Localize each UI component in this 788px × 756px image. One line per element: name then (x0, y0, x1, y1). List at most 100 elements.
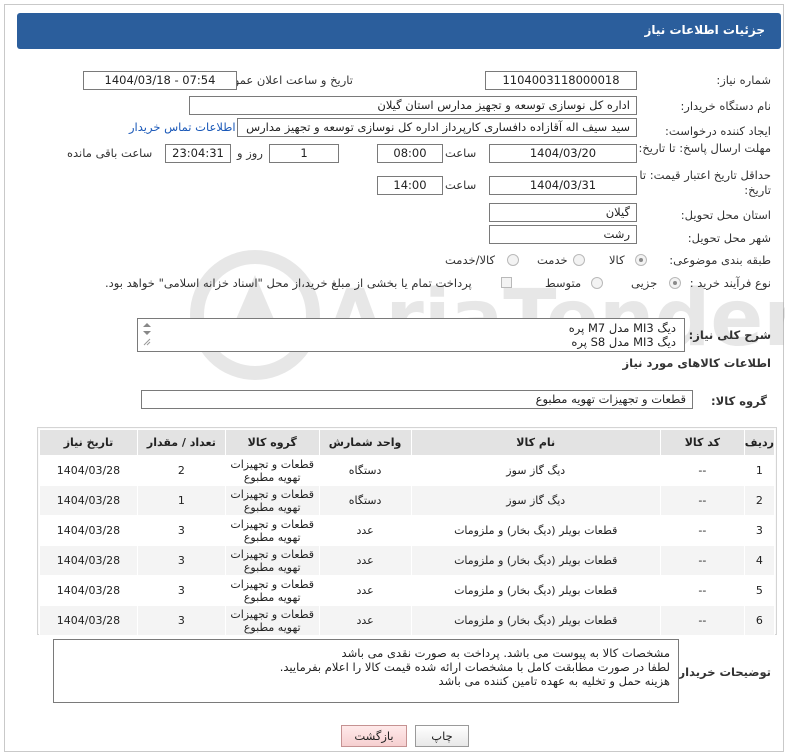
cell-row-number: 4 (743, 545, 776, 576)
table-header-row: ردیف کد کالا نام کالا واحد شمارش گروه کا… (39, 429, 776, 456)
cell-qty: 2 (136, 455, 226, 486)
goods-group-field: قطعات و تجهیزات تهویه مطبوع (141, 390, 693, 409)
announce-datetime-field: 1404/03/18 - 07:54 (83, 71, 237, 90)
general-desc-label: شرح کلی نیاز: (688, 328, 771, 342)
general-desc-textarea[interactable]: دیگ MI3 مدل M7 پره دیگ MI3 مدل S8 پره (137, 318, 685, 352)
buyer-notes-label: توضیحات خریدار: (673, 665, 771, 679)
category-label: طبقه بندی موضوعی: (669, 253, 771, 267)
cell-code: -- (659, 575, 745, 606)
day-and-label: روز و (237, 146, 263, 160)
general-desc-line: دیگ MI3 مدل M7 پره (568, 321, 676, 335)
cell-name: قطعات بویلر (دیگ بخار) و ملزومات (410, 575, 661, 606)
buyer-contact-link[interactable]: اطلاعات تماس خریدار (129, 120, 236, 134)
cell-unit: عدد (318, 605, 412, 636)
cell-qty: 3 (136, 545, 226, 576)
cell-unit: دستگاه (318, 485, 412, 516)
col-header-qty: تعداد / مقدار (136, 429, 226, 456)
back-button[interactable]: بازگشت (341, 725, 407, 747)
page-frame: جزئیات اطلاعات نیاز AriaTender.neT شماره… (4, 4, 785, 752)
category-radio-service[interactable] (573, 254, 585, 266)
cell-unit: عدد (318, 515, 412, 546)
cell-unit: عدد (318, 545, 412, 576)
cell-code: -- (659, 485, 745, 516)
cell-row-number: 5 (743, 575, 776, 606)
purchase-option-partial: جزیی (631, 276, 658, 290)
table-row: 6 -- قطعات بویلر (دیگ بخار) و ملزومات عد… (39, 605, 776, 636)
treasury-payment-checkbox[interactable] (501, 277, 512, 288)
buyer-notes-line: لطفا در صورت مطابقت کامل با مشخصات ارائه… (279, 660, 670, 674)
scroll-arrows-icon[interactable] (142, 321, 152, 347)
cell-qty: 3 (136, 515, 226, 546)
table-row: 1 -- دیگ گاز سوز دستگاه قطعات و تجهیزات … (39, 455, 776, 486)
cell-qty: 3 (136, 575, 226, 606)
need-number-field: 1104003118000018 (485, 71, 637, 90)
validity-time-label: ساعت (445, 178, 477, 192)
category-option-goods: کالا (609, 253, 625, 267)
print-button[interactable]: چاپ (415, 725, 469, 747)
cell-name: دیگ گاز سوز (410, 455, 661, 486)
purchase-radio-medium[interactable] (591, 277, 603, 289)
col-header-group: گروه کالا (224, 429, 320, 456)
cell-row-number: 1 (743, 455, 776, 486)
purchase-type-label: نوع فرآیند خرید : (689, 276, 771, 290)
cell-name: قطعات بویلر (دیگ بخار) و ملزومات (410, 515, 661, 546)
col-header-code: کد کالا (659, 429, 745, 456)
category-option-goods-service: کالا/خدمت (445, 253, 496, 267)
cell-name: قطعات بویلر (دیگ بخار) و ملزومات (410, 605, 661, 636)
city-field: رشت (489, 225, 637, 244)
cell-date: 1404/03/28 (39, 455, 138, 486)
buyer-org-field: اداره کل نوسازی توسعه و تجهیز مدارس استا… (189, 96, 637, 115)
cell-date: 1404/03/28 (39, 485, 138, 516)
page-title: جزئیات اطلاعات نیاز (644, 23, 765, 37)
validity-time-field: 14:00 (377, 176, 443, 195)
validity-date-field: 1404/03/31 (489, 176, 637, 195)
buyer-org-label: نام دستگاه خریدار: (680, 99, 771, 113)
reply-time-label: ساعت (445, 146, 477, 160)
time-remaining-label: ساعت باقی مانده (67, 146, 153, 160)
need-number-label: شماره نیاز: (716, 73, 771, 87)
cell-date: 1404/03/28 (39, 575, 138, 606)
province-field: گیلان (489, 203, 637, 222)
reply-deadline-label: مهلت ارسال پاسخ: تا تاریخ: (638, 141, 771, 155)
reply-time-field: 08:00 (377, 144, 443, 163)
cell-date: 1404/03/28 (39, 605, 138, 636)
cell-row-number: 2 (743, 485, 776, 516)
cell-date: 1404/03/28 (39, 545, 138, 576)
cell-code: -- (659, 455, 745, 486)
buyer-notes-line: هزینه حمل و تخلیه به عهده تامین کننده می… (438, 674, 670, 688)
cell-group: قطعات و تجهیزات تهویه مطبوع (224, 545, 320, 576)
cell-unit: عدد (318, 575, 412, 606)
col-header-date: تاریخ نیاز (39, 429, 138, 456)
cell-code: -- (659, 515, 745, 546)
cell-date: 1404/03/28 (39, 515, 138, 546)
province-label: استان محل تحویل: (680, 208, 771, 222)
table-row: 2 -- دیگ گاز سوز دستگاه قطعات و تجهیزات … (39, 485, 776, 516)
cell-group: قطعات و تجهیزات تهویه مطبوع (224, 605, 320, 636)
col-header-name: نام کالا (410, 429, 661, 456)
col-header-unit: واحد شمارش (318, 429, 412, 456)
time-remaining-field: 23:04:31 (165, 144, 231, 163)
cell-group: قطعات و تجهیزات تهویه مطبوع (224, 515, 320, 546)
cell-group: قطعات و تجهیزات تهویه مطبوع (224, 575, 320, 606)
reply-date-field: 1404/03/20 (489, 144, 637, 163)
requester-field: سید سیف اله آقازاده دافساری کارپرداز ادا… (237, 118, 637, 137)
general-desc-line: دیگ MI3 مدل S8 پره (571, 335, 676, 349)
category-radio-goods-service[interactable] (507, 254, 519, 266)
price-validity-label: حداقل تاریخ اعتبار قیمت: تا تاریخ: (639, 168, 771, 197)
cell-code: -- (659, 605, 745, 636)
category-radio-goods[interactable] (635, 254, 647, 266)
items-table: ردیف کد کالا نام کالا واحد شمارش گروه کا… (39, 429, 776, 636)
col-header-row-number: ردیف (743, 429, 776, 456)
cell-code: -- (659, 545, 745, 576)
cell-name: قطعات بویلر (دیگ بخار) و ملزومات (410, 545, 661, 576)
city-label: شهر محل تحویل: (687, 231, 771, 245)
cell-row-number: 3 (743, 515, 776, 546)
cell-group: قطعات و تجهیزات تهویه مطبوع (224, 485, 320, 516)
buyer-notes-textarea[interactable]: مشخصات کالا به پیوست می باشد. پرداخت به … (53, 639, 679, 703)
purchase-radio-partial[interactable] (669, 277, 681, 289)
purchase-option-medium: متوسط (545, 276, 582, 290)
table-row: 3 -- قطعات بویلر (دیگ بخار) و ملزومات عد… (39, 515, 776, 546)
page-header: جزئیات اطلاعات نیاز (17, 13, 781, 49)
buyer-notes-line: مشخصات کالا به پیوست می باشد. پرداخت به … (341, 646, 670, 660)
cell-unit: دستگاه (318, 455, 412, 486)
